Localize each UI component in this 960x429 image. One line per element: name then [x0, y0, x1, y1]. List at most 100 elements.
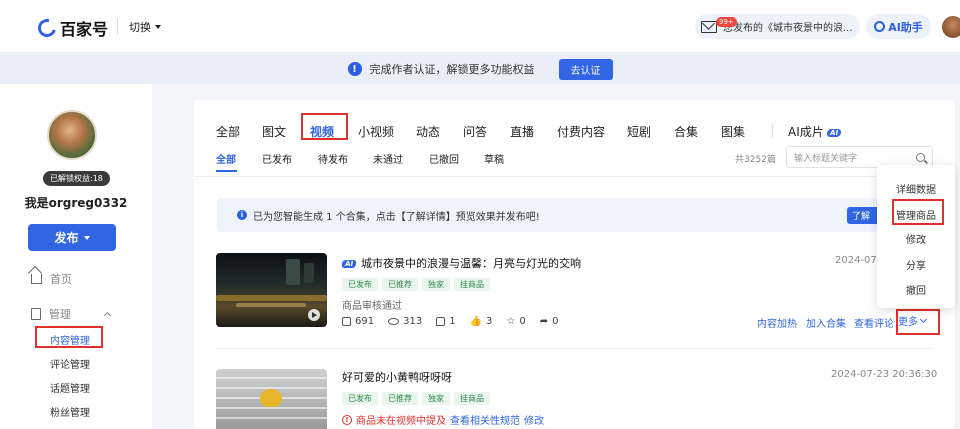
subtab-all[interactable]: 全部: [216, 151, 236, 166]
tab-short-drama[interactable]: 短剧: [627, 123, 651, 140]
relevance-policy-link[interactable]: 查看相关性规范: [450, 412, 520, 427]
baijiahao-logo-icon: [34, 15, 60, 41]
more-menu: 详细数据 管理商品 修改 分享 撤回: [877, 165, 955, 308]
subtab-drafts[interactable]: 草稿: [484, 151, 504, 166]
verification-banner: ! 完成作者认证，解锁更多功能权益 去认证: [0, 54, 960, 84]
sidebar-item-fan-manage[interactable]: 粉丝管理: [50, 404, 90, 419]
logo-text: 百家号: [60, 20, 109, 39]
item-status-text: 商品审核通过: [342, 301, 402, 312]
chevron-down-icon: [83, 235, 90, 240]
view-comments-link[interactable]: 查看评论: [854, 315, 894, 330]
highlight-box: [892, 199, 944, 225]
menu-item-detailed-data[interactable]: 详细数据: [877, 181, 955, 196]
item-tags: 已发布 已推荐 独家 挂商品: [342, 276, 494, 291]
edit-link[interactable]: 修改: [524, 412, 544, 427]
view-icon: [388, 318, 400, 325]
highlight-box: [35, 326, 103, 348]
notification-text: 您发布的《城市夜景中的浪...: [723, 23, 853, 34]
username: 我是orgreg0332: [24, 196, 128, 210]
tab-moments[interactable]: 动态: [416, 123, 440, 140]
user-avatar-top[interactable]: [942, 16, 960, 38]
sidebar-item-home[interactable]: 首页: [31, 271, 72, 287]
tab-qa[interactable]: 问答: [463, 123, 487, 140]
tag-exclusive: 独家: [422, 392, 450, 405]
play-icon: [308, 309, 320, 321]
tag-exclusive: 独家: [422, 278, 450, 291]
duck-image: [260, 389, 282, 407]
verify-button[interactable]: 去认证: [558, 58, 613, 80]
item-date: 2024-07-23 20:36:30: [831, 369, 938, 380]
subtab-published[interactable]: 已发布: [262, 151, 292, 166]
header-divider: [117, 18, 118, 34]
item-warning: ! 商品未在视频中提及 查看相关性规范 修改: [342, 412, 544, 427]
learn-more-button[interactable]: 了解: [847, 207, 877, 224]
tab-gallery[interactable]: 图集: [721, 123, 745, 140]
document-icon: [31, 308, 41, 320]
avatar[interactable]: [47, 110, 97, 160]
share-count: 0: [552, 316, 559, 327]
sidebar-item-comment-manage[interactable]: 评论管理: [50, 356, 90, 371]
notice-text: 已为您智能生成 1 个合集，点击【了解详情】预览效果并发布吧!: [253, 211, 540, 223]
view-count: 313: [403, 316, 423, 327]
tag-product: 挂商品: [454, 392, 490, 405]
switch-account-dropdown[interactable]: 切换: [129, 19, 161, 35]
like-icon: 👍: [469, 316, 483, 327]
ai-badge-icon: AI: [826, 129, 842, 137]
ai-assistant-button[interactable]: AI助手: [866, 14, 931, 39]
tab-collection[interactable]: 合集: [674, 123, 698, 140]
ai-assistant-icon: [874, 21, 886, 32]
favorite-count: 0: [519, 316, 526, 327]
tab-ai-video[interactable]: AI成片 AI: [788, 123, 842, 140]
item-title[interactable]: AI 城市夜景中的浪漫与温馨：月亮与灯光的交响: [341, 255, 581, 271]
play-count: 691: [355, 316, 375, 327]
menu-item-withdraw[interactable]: 撤回: [877, 282, 955, 297]
tab-all[interactable]: 全部: [216, 123, 240, 140]
logo[interactable]: 百家号: [34, 15, 109, 41]
collection-notice: i 已为您智能生成 1 个合集，点击【了解详情】预览效果并发布吧!: [217, 198, 877, 232]
tab-paid-content[interactable]: 付费内容: [557, 123, 605, 140]
chevron-up-icon: [103, 311, 112, 320]
home-icon: [31, 274, 42, 284]
sidebar-item-manage[interactable]: 管理: [31, 306, 112, 322]
menu-item-share[interactable]: 分享: [877, 257, 955, 272]
tag-recommended: 已推荐: [382, 392, 418, 405]
warning-icon: !: [342, 414, 352, 425]
tab-ai-video-label: AI成片: [788, 125, 824, 139]
video-thumbnail[interactable]: [216, 253, 327, 327]
video-thumbnail[interactable]: [216, 369, 327, 429]
search-icon[interactable]: [916, 152, 925, 162]
add-to-collection-link[interactable]: 加入合集: [806, 315, 846, 330]
menu-item-edit[interactable]: 修改: [877, 231, 955, 246]
sidebar-item-topic-manage[interactable]: 话题管理: [50, 380, 90, 395]
boost-content-link[interactable]: 内容加热: [757, 315, 797, 330]
publish-button[interactable]: 发布: [28, 224, 116, 251]
total-count: 共3252篇: [735, 155, 776, 165]
info-icon: i: [237, 210, 247, 220]
item-separator: [216, 348, 934, 349]
subtab-rejected[interactable]: 未通过: [373, 151, 403, 166]
sidebar-item-label: 首页: [50, 273, 72, 286]
tag-published: 已发布: [342, 278, 378, 291]
tabs-divider: [194, 176, 955, 177]
item-title[interactable]: 好可爱的小黄鸭呀呀呀: [342, 369, 452, 385]
like-count: 3: [486, 316, 493, 327]
highlight-box: [301, 113, 348, 140]
chevron-down-icon: [155, 25, 161, 29]
tab-article[interactable]: 图文: [262, 123, 286, 140]
comment-icon: [436, 317, 446, 326]
banner-text: 完成作者认证，解锁更多功能权益: [369, 63, 535, 76]
item-stats: 691 313 1 👍 3 ☆ 0 ➦ 0: [342, 316, 559, 327]
item-tags: 已发布 已推荐 独家 挂商品: [342, 390, 494, 405]
notification-ticker[interactable]: 99+ 您发布的《城市夜景中的浪...: [695, 14, 860, 39]
share-icon: ➦: [539, 316, 549, 327]
ai-assistant-label: AI助手: [888, 20, 923, 34]
subtab-withdrawn[interactable]: 已撤回: [429, 151, 459, 166]
tag-product: 挂商品: [454, 278, 490, 291]
item-date: 2024-07-: [835, 255, 881, 266]
publish-label: 发布: [54, 231, 79, 245]
rights-badge[interactable]: 已解锁权益:18: [43, 171, 110, 186]
subtab-pending[interactable]: 待发布: [318, 151, 348, 166]
notification-count-badge: 99+: [716, 16, 737, 27]
tab-short-video[interactable]: 小视频: [358, 123, 394, 140]
tab-live[interactable]: 直播: [510, 123, 534, 140]
